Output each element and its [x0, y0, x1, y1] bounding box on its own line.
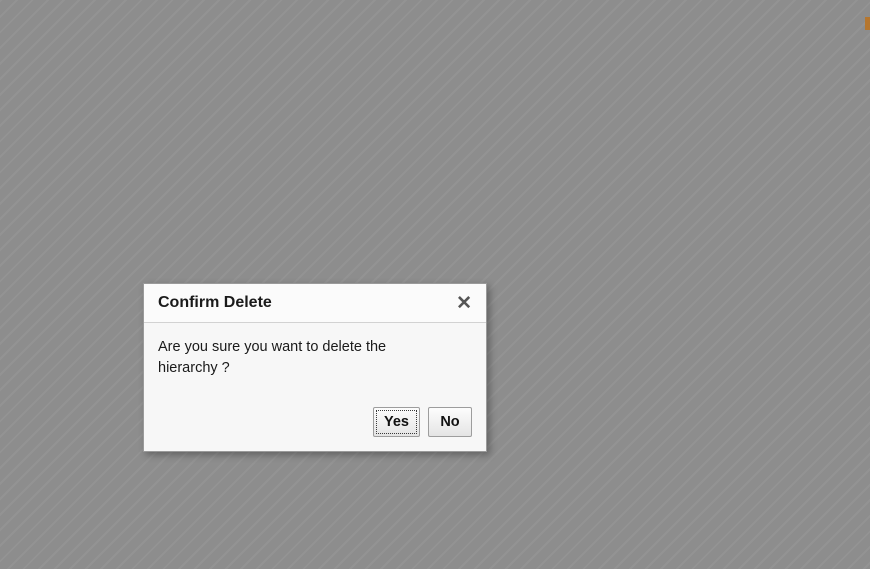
form-row-hierarchy-type: HierarchyType [60, 146, 325, 178]
chevron-down-icon[interactable] [300, 146, 325, 178]
dialog-title: Confirm Delete [158, 294, 272, 311]
column-header-target-name[interactable]: Target Name [232, 473, 578, 527]
hierarchy-id-input[interactable] [188, 235, 398, 267]
table-header-row: Hierarchy Id Hierarchy Type Target Name … [57, 473, 870, 527]
target-name-input[interactable] [188, 192, 622, 225]
column-header-enabled[interactable]: Enabled [577, 473, 718, 527]
search-icon[interactable] [597, 201, 613, 217]
page-title: Approval Hierarchy Summary [24, 10, 343, 36]
search-table-icon [82, 329, 100, 348]
column-header-created-by[interactable]: Created By [717, 473, 870, 527]
create-button-label: Create [89, 442, 135, 459]
breadcrumb-link-root[interactable]: Oracle E-Business Suite Management [24, 53, 270, 70]
confirm-no-button[interactable]: No [428, 407, 472, 437]
cell-target-name: sc1226_Oracle E-Business Suite [232, 525, 578, 557]
label-hierarchy-type: HierarchyType [85, 154, 178, 170]
hierarchy-type-select-value [188, 146, 300, 178]
cell-hierarchy-type: Patch Manager [117, 525, 233, 557]
search-section-heading: Search Approval Hierarchy [62, 105, 331, 128]
form-row-target-name: Target Name [60, 192, 622, 225]
hierarchy-type-select[interactable] [188, 146, 325, 178]
edge-artifact [865, 17, 870, 30]
cell-created-by: SYSMAN [717, 525, 870, 557]
dialog-body: Are you sure you want to delete the hier… [144, 323, 486, 399]
results-table: Hierarchy Id Hierarchy Type Target Name … [57, 473, 870, 557]
cell-enabled: Y [577, 525, 718, 557]
breadcrumb-separator: > [271, 53, 281, 69]
table-footer-strip [57, 555, 870, 569]
column-header-hierarchy-id[interactable]: Hierarchy Id [57, 473, 133, 527]
dialog-message: Are you sure you want to delete the hier… [158, 339, 387, 377]
confirm-delete-dialog: Confirm Delete ✕ Are you sure you want t… [143, 283, 487, 452]
table-row[interactable]: 100 Patch Manager sc1226_Oracle E-Busine… [57, 525, 870, 557]
column-header-hierarchy-type[interactable]: Hierarchy Type [117, 473, 233, 527]
form-row-hierarchy-id: Hierarchy ID [60, 235, 398, 267]
dialog-footer: Yes No [144, 399, 486, 451]
label-target-name: Target Name [97, 201, 178, 216]
breadcrumb: Oracle E-Business Suite Management > Appro… [24, 53, 406, 70]
close-icon[interactable]: ✕ [454, 294, 474, 313]
confirm-yes-button[interactable]: Yes [373, 407, 420, 437]
create-button[interactable]: Create [66, 440, 134, 461]
breadcrumb-current: Approval Hierarchy [282, 53, 406, 69]
dialog-header: Confirm Delete ✕ [144, 284, 486, 323]
label-hierarchy-id: Hierarchy ID [98, 243, 178, 259]
plus-icon [66, 440, 83, 461]
cell-hierarchy-id[interactable]: 100 [57, 525, 118, 557]
